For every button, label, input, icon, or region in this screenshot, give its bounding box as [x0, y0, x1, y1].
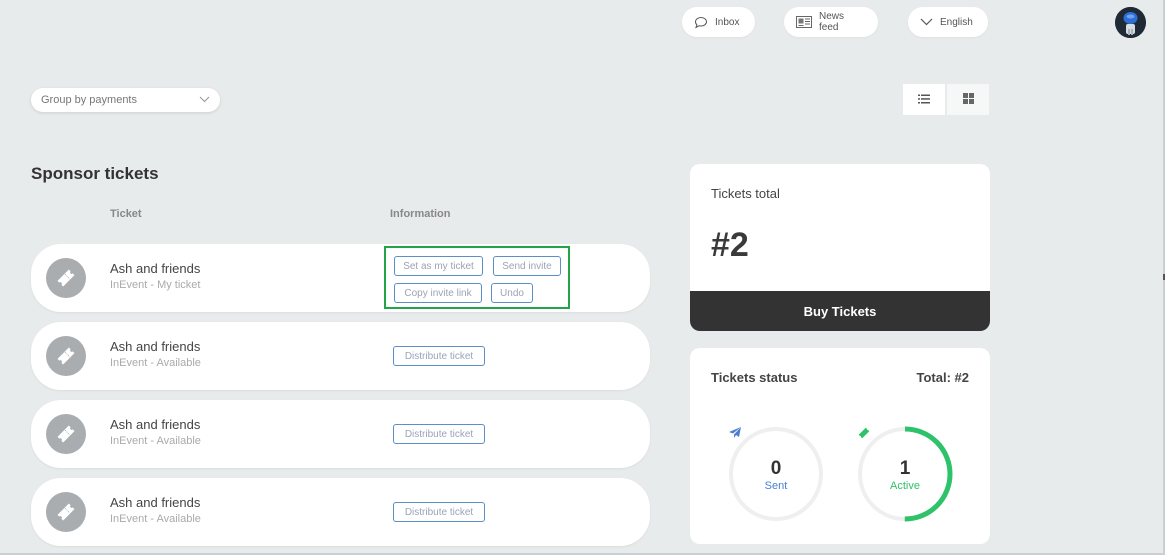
chevron-down-icon	[199, 94, 210, 106]
grid-icon	[962, 91, 974, 109]
ticket-name: Ash and friends	[110, 417, 201, 432]
ticket-icon	[46, 492, 86, 532]
chevron-down-icon	[920, 18, 933, 26]
active-label: Active	[890, 479, 920, 492]
user-avatar[interactable]	[1115, 7, 1146, 38]
tickets-total-label: Tickets total	[711, 186, 780, 201]
ticket-row: Ash and friends InEvent - Available Dist…	[31, 322, 650, 390]
sent-progress-ring: 0 Sent	[728, 426, 824, 522]
ticket-name: Ash and friends	[110, 339, 201, 354]
ticket-row: Ash and friends InEvent - My ticket Set …	[31, 244, 650, 312]
ticket-subtitle: InEvent - Available	[110, 513, 201, 525]
news-feed-button[interactable]: News feed	[784, 7, 878, 37]
active-count: 1	[899, 457, 911, 479]
active-progress-ring: 1 Active	[857, 426, 953, 522]
distribute-ticket-button[interactable]: Distribute ticket	[393, 346, 485, 366]
grid-view-button[interactable]	[947, 84, 989, 115]
ticket-row: Ash and friends InEvent - Available Dist…	[31, 478, 650, 546]
tickets-status-label: Tickets status	[711, 370, 798, 385]
group-by-value: Group by payments	[41, 94, 137, 106]
list-view-button[interactable]	[903, 84, 945, 115]
tickets-total-value: #2	[711, 226, 749, 264]
buy-tickets-button[interactable]: Buy Tickets	[690, 291, 990, 331]
ticket-subtitle: InEvent - Available	[110, 357, 201, 369]
ticket-icon	[46, 414, 86, 454]
set-as-my-ticket-button[interactable]: Set as my ticket	[394, 256, 483, 276]
sent-count: 0	[770, 457, 782, 479]
chat-bubble-icon	[694, 16, 708, 29]
column-header-information: Information	[390, 208, 451, 220]
astronaut-icon	[1115, 7, 1146, 38]
undo-button[interactable]: Undo	[491, 283, 533, 303]
ticket-name: Ash and friends	[110, 495, 201, 510]
column-header-ticket: Ticket	[110, 208, 142, 220]
language-label: English	[940, 16, 973, 28]
inbox-button[interactable]: Inbox	[682, 7, 755, 37]
copy-invite-link-button[interactable]: Copy invite link	[394, 283, 482, 303]
ticket-name: Ash and friends	[110, 261, 201, 276]
group-by-select[interactable]: Group by payments	[31, 88, 220, 112]
tickets-status-card: Tickets status Total: #2 0 Sent 1 Active	[690, 348, 990, 544]
distribute-ticket-button[interactable]: Distribute ticket	[393, 502, 485, 522]
tickets-total-card: Tickets total #2 Buy Tickets	[690, 164, 990, 331]
inbox-label: Inbox	[715, 16, 740, 28]
ticket-subtitle: InEvent - My ticket	[110, 279, 201, 291]
ticket-icon	[46, 336, 86, 376]
distribute-ticket-button[interactable]: Distribute ticket	[393, 424, 485, 444]
language-select[interactable]: English	[908, 7, 988, 37]
sent-label: Sent	[764, 479, 788, 492]
tickets-status-total: Total: #2	[916, 370, 970, 385]
section-title: Sponsor tickets	[31, 164, 159, 183]
newspaper-icon	[796, 16, 812, 28]
send-invite-button[interactable]: Send invite	[493, 256, 561, 276]
list-icon	[918, 91, 930, 109]
ticket-row: Ash and friends InEvent - Available Dist…	[31, 400, 650, 468]
ticket-subtitle: InEvent - Available	[110, 435, 201, 447]
ticket-icon	[46, 258, 86, 298]
news-feed-label: News feed	[819, 11, 845, 33]
